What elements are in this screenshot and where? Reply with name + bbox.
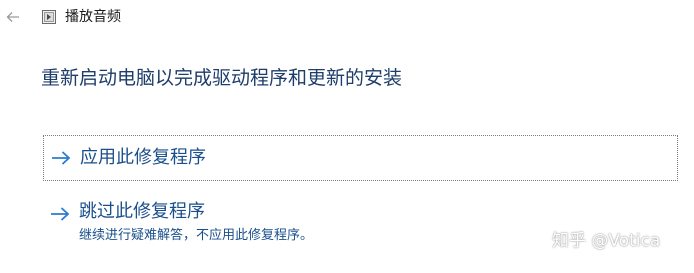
title-bar: 播放音频 bbox=[0, 0, 694, 34]
troubleshooter-window: 播放音频 重新启动电脑以完成驱动程序和更新的安装 应用此修复程序 跳过此修复程序… bbox=[0, 0, 694, 273]
watermark: 知乎 @Votica bbox=[552, 231, 661, 251]
apply-fix-label: 应用此修复程序 bbox=[80, 147, 206, 168]
troubleshooter-icon bbox=[42, 10, 56, 24]
back-arrow-icon bbox=[6, 12, 19, 22]
page-heading: 重新启动电脑以完成驱动程序和更新的安装 bbox=[41, 67, 403, 89]
arrow-right-icon bbox=[51, 207, 70, 221]
arrow-right-icon bbox=[52, 151, 71, 165]
back-button[interactable] bbox=[2, 6, 24, 28]
skip-fix-label: 跳过此修复程序 bbox=[79, 201, 205, 222]
apply-fix-link[interactable]: 应用此修复程序 bbox=[43, 135, 678, 181]
window-title: 播放音频 bbox=[65, 9, 121, 25]
skip-fix-description: 继续进行疑难解答，不应用此修复程序。 bbox=[79, 228, 314, 243]
